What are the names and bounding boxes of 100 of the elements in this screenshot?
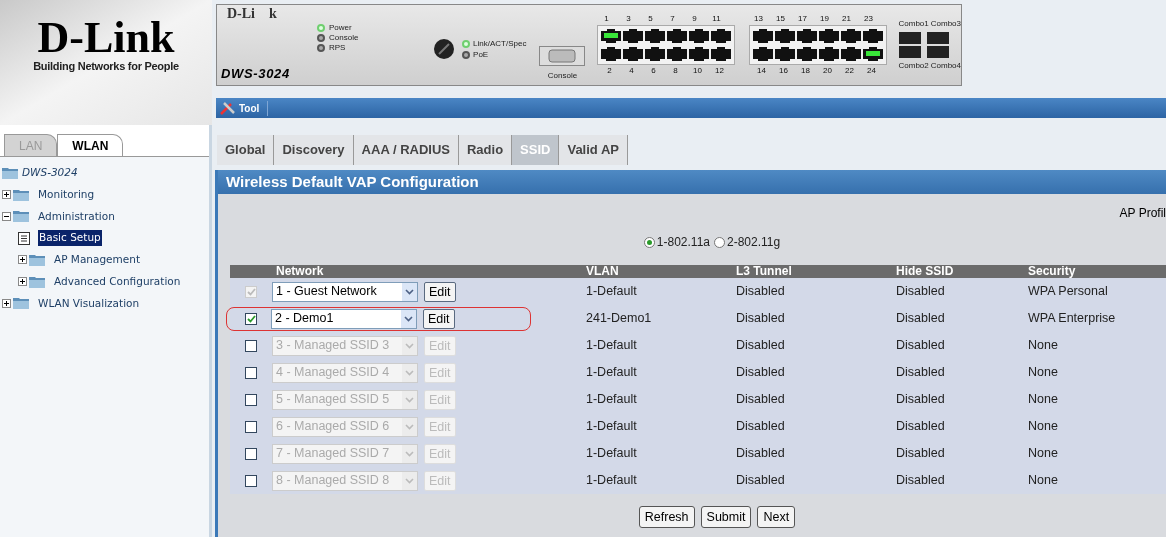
table-cell-text: Disabled bbox=[895, 472, 946, 490]
port-number: 7 bbox=[669, 13, 676, 25]
ap-profile-label: AP Profil bbox=[1119, 205, 1166, 222]
table-cell-text: None bbox=[1027, 472, 1059, 490]
table-cell-text: None bbox=[1027, 418, 1059, 436]
column-header: Security bbox=[1027, 265, 1077, 278]
tree-item[interactable]: AP Management bbox=[53, 252, 142, 268]
port-number: 3 bbox=[625, 13, 632, 25]
edit-button[interactable]: Edit bbox=[423, 308, 455, 329]
sidebar-tab[interactable]: WLAN bbox=[57, 134, 124, 156]
tools-icon bbox=[220, 101, 236, 115]
table-cell-text: Disabled bbox=[895, 418, 946, 436]
led-label: RPS bbox=[329, 42, 346, 54]
switch-brand: k bbox=[269, 4, 277, 23]
combo-label: Combo1 bbox=[898, 18, 929, 30]
tree-item[interactable]: Administration bbox=[37, 208, 116, 225]
console-label: Console bbox=[547, 70, 578, 82]
tab[interactable]: Valid AP bbox=[559, 135, 628, 165]
column-header: Hide SSID bbox=[895, 265, 955, 278]
table-cell-text: 1-Default bbox=[585, 364, 638, 382]
collapse-icon[interactable] bbox=[2, 211, 11, 221]
table-cell-text: 1-Default bbox=[585, 337, 638, 355]
port-number: 18 bbox=[800, 65, 811, 77]
folder-icon bbox=[13, 297, 29, 310]
brand-tagline: Building Networks for People bbox=[33, 59, 179, 74]
expand-icon[interactable] bbox=[18, 255, 27, 265]
table-cell-text: Disabled bbox=[895, 445, 946, 463]
action-button[interactable]: Submit bbox=[700, 506, 752, 528]
port-number: 4 bbox=[628, 65, 635, 77]
led-label: Power bbox=[329, 22, 352, 34]
table-cell-text: None bbox=[1027, 337, 1059, 355]
network-select[interactable]: 2 - Demo1 bbox=[271, 308, 417, 329]
row-checkbox[interactable] bbox=[245, 312, 257, 325]
port-number: 21 bbox=[841, 13, 852, 25]
radio-button[interactable] bbox=[714, 236, 725, 248]
tab[interactable]: Global bbox=[217, 135, 275, 165]
port-number: 1 bbox=[603, 13, 610, 25]
switch-model: DWS-3024 bbox=[221, 65, 290, 81]
folder-icon bbox=[29, 253, 45, 266]
port-number: 24 bbox=[866, 65, 877, 77]
table-cell-text: Disabled bbox=[895, 391, 946, 409]
tab[interactable]: Radio bbox=[458, 135, 513, 165]
folder-icon bbox=[13, 210, 29, 223]
tree-item[interactable]: Advanced Configuration bbox=[53, 273, 182, 290]
folder-icon bbox=[29, 275, 45, 288]
port-number: 23 bbox=[863, 13, 874, 25]
port-number: 6 bbox=[650, 65, 657, 77]
table-cell-text: 1-Default bbox=[585, 283, 638, 301]
table-cell-text: 1-Default bbox=[585, 418, 638, 436]
port-number: 12 bbox=[714, 65, 725, 77]
column-header: L3 Tunnel bbox=[735, 265, 793, 278]
table-cell-text: None bbox=[1027, 445, 1059, 463]
tree-item[interactable]: Monitoring bbox=[37, 186, 96, 203]
expand-icon[interactable] bbox=[18, 277, 27, 287]
port-number: 10 bbox=[692, 65, 703, 77]
port-number: 13 bbox=[753, 13, 764, 25]
table-cell-text: Disabled bbox=[735, 472, 786, 490]
sfp-slot-icon bbox=[898, 32, 921, 44]
led-label: PoE bbox=[473, 48, 489, 61]
expand-icon[interactable] bbox=[2, 190, 11, 200]
port-number: 17 bbox=[797, 13, 808, 25]
tree-item[interactable]: Basic Setup bbox=[38, 230, 102, 246]
port-number: 8 bbox=[672, 65, 679, 77]
table-cell-text: Disabled bbox=[735, 418, 786, 436]
tool-button[interactable]: Tool bbox=[220, 100, 269, 116]
tree-item[interactable]: WLAN Visualization bbox=[37, 295, 141, 312]
brand-logo: D-Link bbox=[37, 18, 175, 58]
table-cell-text: Disabled bbox=[735, 310, 786, 328]
table-cell-text: Disabled bbox=[895, 283, 946, 301]
action-button[interactable]: Next bbox=[757, 506, 796, 528]
network-select[interactable]: 1 - Guest Network bbox=[272, 281, 418, 302]
port-number: 5 bbox=[647, 13, 654, 25]
table-cell-text: 241-Demo1 bbox=[585, 310, 653, 328]
folder-icon bbox=[13, 188, 29, 201]
tab[interactable]: Discovery bbox=[274, 135, 354, 165]
column-header: Network bbox=[275, 265, 325, 278]
table-cell-text: Disabled bbox=[895, 337, 946, 355]
table-cell-text: Disabled bbox=[735, 283, 786, 301]
table-cell-text: Disabled bbox=[735, 445, 786, 463]
table-cell-text: None bbox=[1027, 364, 1059, 382]
action-button[interactable]: Refresh bbox=[638, 506, 695, 528]
sfp-slot-icon bbox=[898, 46, 921, 58]
table-cell-text: Disabled bbox=[735, 337, 786, 355]
column-header: VLAN bbox=[585, 265, 620, 278]
tab[interactable]: AAA / RADIUS bbox=[353, 135, 459, 165]
table-cell-text: None bbox=[1027, 391, 1059, 409]
radio-label: 1-802.11a bbox=[656, 234, 710, 251]
port-number: 15 bbox=[775, 13, 786, 25]
table-cell-text: Disabled bbox=[735, 364, 786, 382]
table-cell-text: WPA Enterprise bbox=[1027, 310, 1117, 328]
expand-icon[interactable] bbox=[2, 298, 11, 308]
radio-button[interactable] bbox=[643, 236, 655, 248]
port-number: 16 bbox=[778, 65, 789, 77]
combo-label: Combo2 bbox=[898, 60, 929, 72]
port-number: 19 bbox=[819, 13, 830, 25]
edit-button[interactable]: Edit bbox=[424, 281, 456, 302]
port-number: 2 bbox=[606, 65, 613, 77]
tree-root[interactable]: DWS-3024 bbox=[22, 165, 78, 181]
combo-label: Combo3 bbox=[930, 18, 961, 30]
table-cell-text: Disabled bbox=[895, 364, 946, 382]
